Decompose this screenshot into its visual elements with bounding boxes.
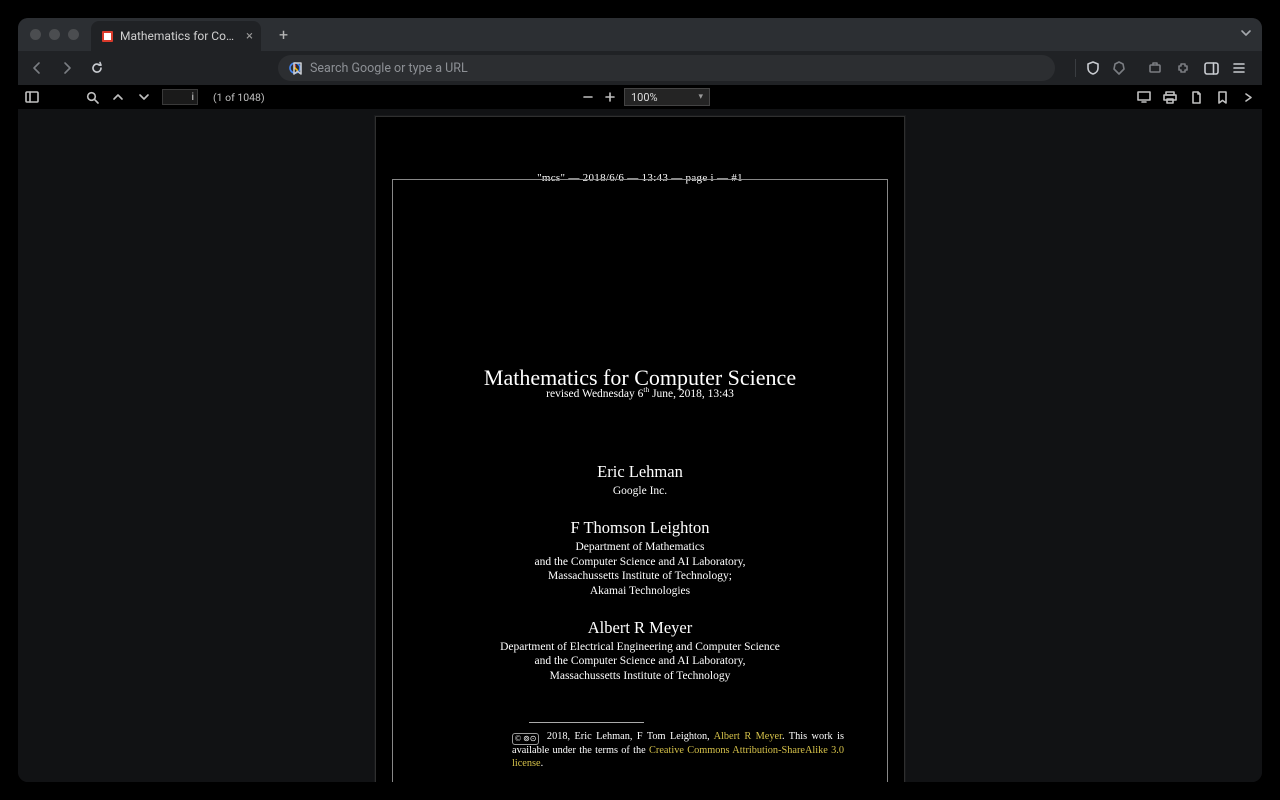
author-link[interactable]: Albert R Meyer [714,731,782,742]
page-number-input[interactable] [162,89,198,105]
maximize-window-icon[interactable] [68,29,79,40]
next-page-icon[interactable] [136,89,152,105]
brave-icon[interactable] [1110,59,1128,77]
find-icon[interactable] [84,89,100,105]
footnote-rule [529,722,644,723]
divider [1075,59,1076,77]
site-status-icons [1075,59,1134,77]
author-name: F Thomson Leighton [376,518,904,538]
pdf-viewport[interactable]: "mcs" — 2018/6/6 — 13:43 — page i — #1 M… [18,109,1262,782]
doc-subtitle: revised Wednesday 6th June, 2018, 13:43 [376,385,904,400]
toolbar-right [1146,59,1252,77]
prev-page-icon[interactable] [110,89,126,105]
zoom-in-icon[interactable] [602,89,618,105]
page-total: (1 of 1048) [213,91,265,104]
pdf-toolbar: (1 of 1048) 100% [18,85,1262,109]
zoom-out-icon[interactable] [580,89,596,105]
pdf-icon [101,30,114,43]
author-affil: Department of Mathematics and the Comput… [376,540,904,598]
tools-icon[interactable] [1240,89,1256,105]
print-icon[interactable] [1162,89,1178,105]
zoom-select[interactable]: 100% [624,88,710,106]
address-bar-row: Search Google or type a URL [18,51,1262,85]
download-icon[interactable] [1188,89,1204,105]
browser-window: Mathematics for Computer Sci × + Search … [18,18,1262,782]
back-button[interactable] [28,59,46,77]
omnibox-placeholder: Search Google or type a URL [310,61,468,76]
shield-icon[interactable] [1084,59,1102,77]
tabs-overflow-icon[interactable] [1240,27,1252,42]
author-name: Eric Lehman [376,462,904,482]
author-name: Albert R Meyer [376,618,904,638]
author-affil: Department of Electrical Engineering and… [376,640,904,683]
bookmark-view-icon[interactable] [1214,89,1230,105]
window-controls [26,29,79,40]
sidebar-toggle-icon[interactable] [24,89,40,105]
browser-tab[interactable]: Mathematics for Computer Sci × [91,21,261,51]
pdf-page: "mcs" — 2018/6/6 — 13:43 — page i — #1 M… [375,116,905,782]
extensions-icon[interactable] [1174,59,1192,77]
cc-badge-icon: © ⊚⊙ [512,733,539,745]
omnibox[interactable]: Search Google or type a URL [278,55,1055,81]
forward-button[interactable] [58,59,76,77]
new-tab-button[interactable]: + [273,25,294,44]
presentation-icon[interactable] [1136,89,1152,105]
author-affil: Google Inc. [376,484,904,498]
tab-title: Mathematics for Computer Sci [120,29,236,43]
menu-icon[interactable] [1230,59,1248,77]
bookmark-icon[interactable] [288,59,306,77]
copyright-footer: © ⊚⊙ 2018, Eric Lehman, F Tom Leighton, … [512,731,844,771]
rewards-icon[interactable] [1146,59,1164,77]
minimize-window-icon[interactable] [49,29,60,40]
titlebar: Mathematics for Computer Sci × + [18,18,1262,51]
sidepanel-icon[interactable] [1202,59,1220,77]
close-window-icon[interactable] [30,29,41,40]
authors-block: Eric Lehman Google Inc. F Thomson Leight… [376,462,904,683]
close-tab-icon[interactable]: × [246,29,253,44]
reload-button[interactable] [88,59,106,77]
